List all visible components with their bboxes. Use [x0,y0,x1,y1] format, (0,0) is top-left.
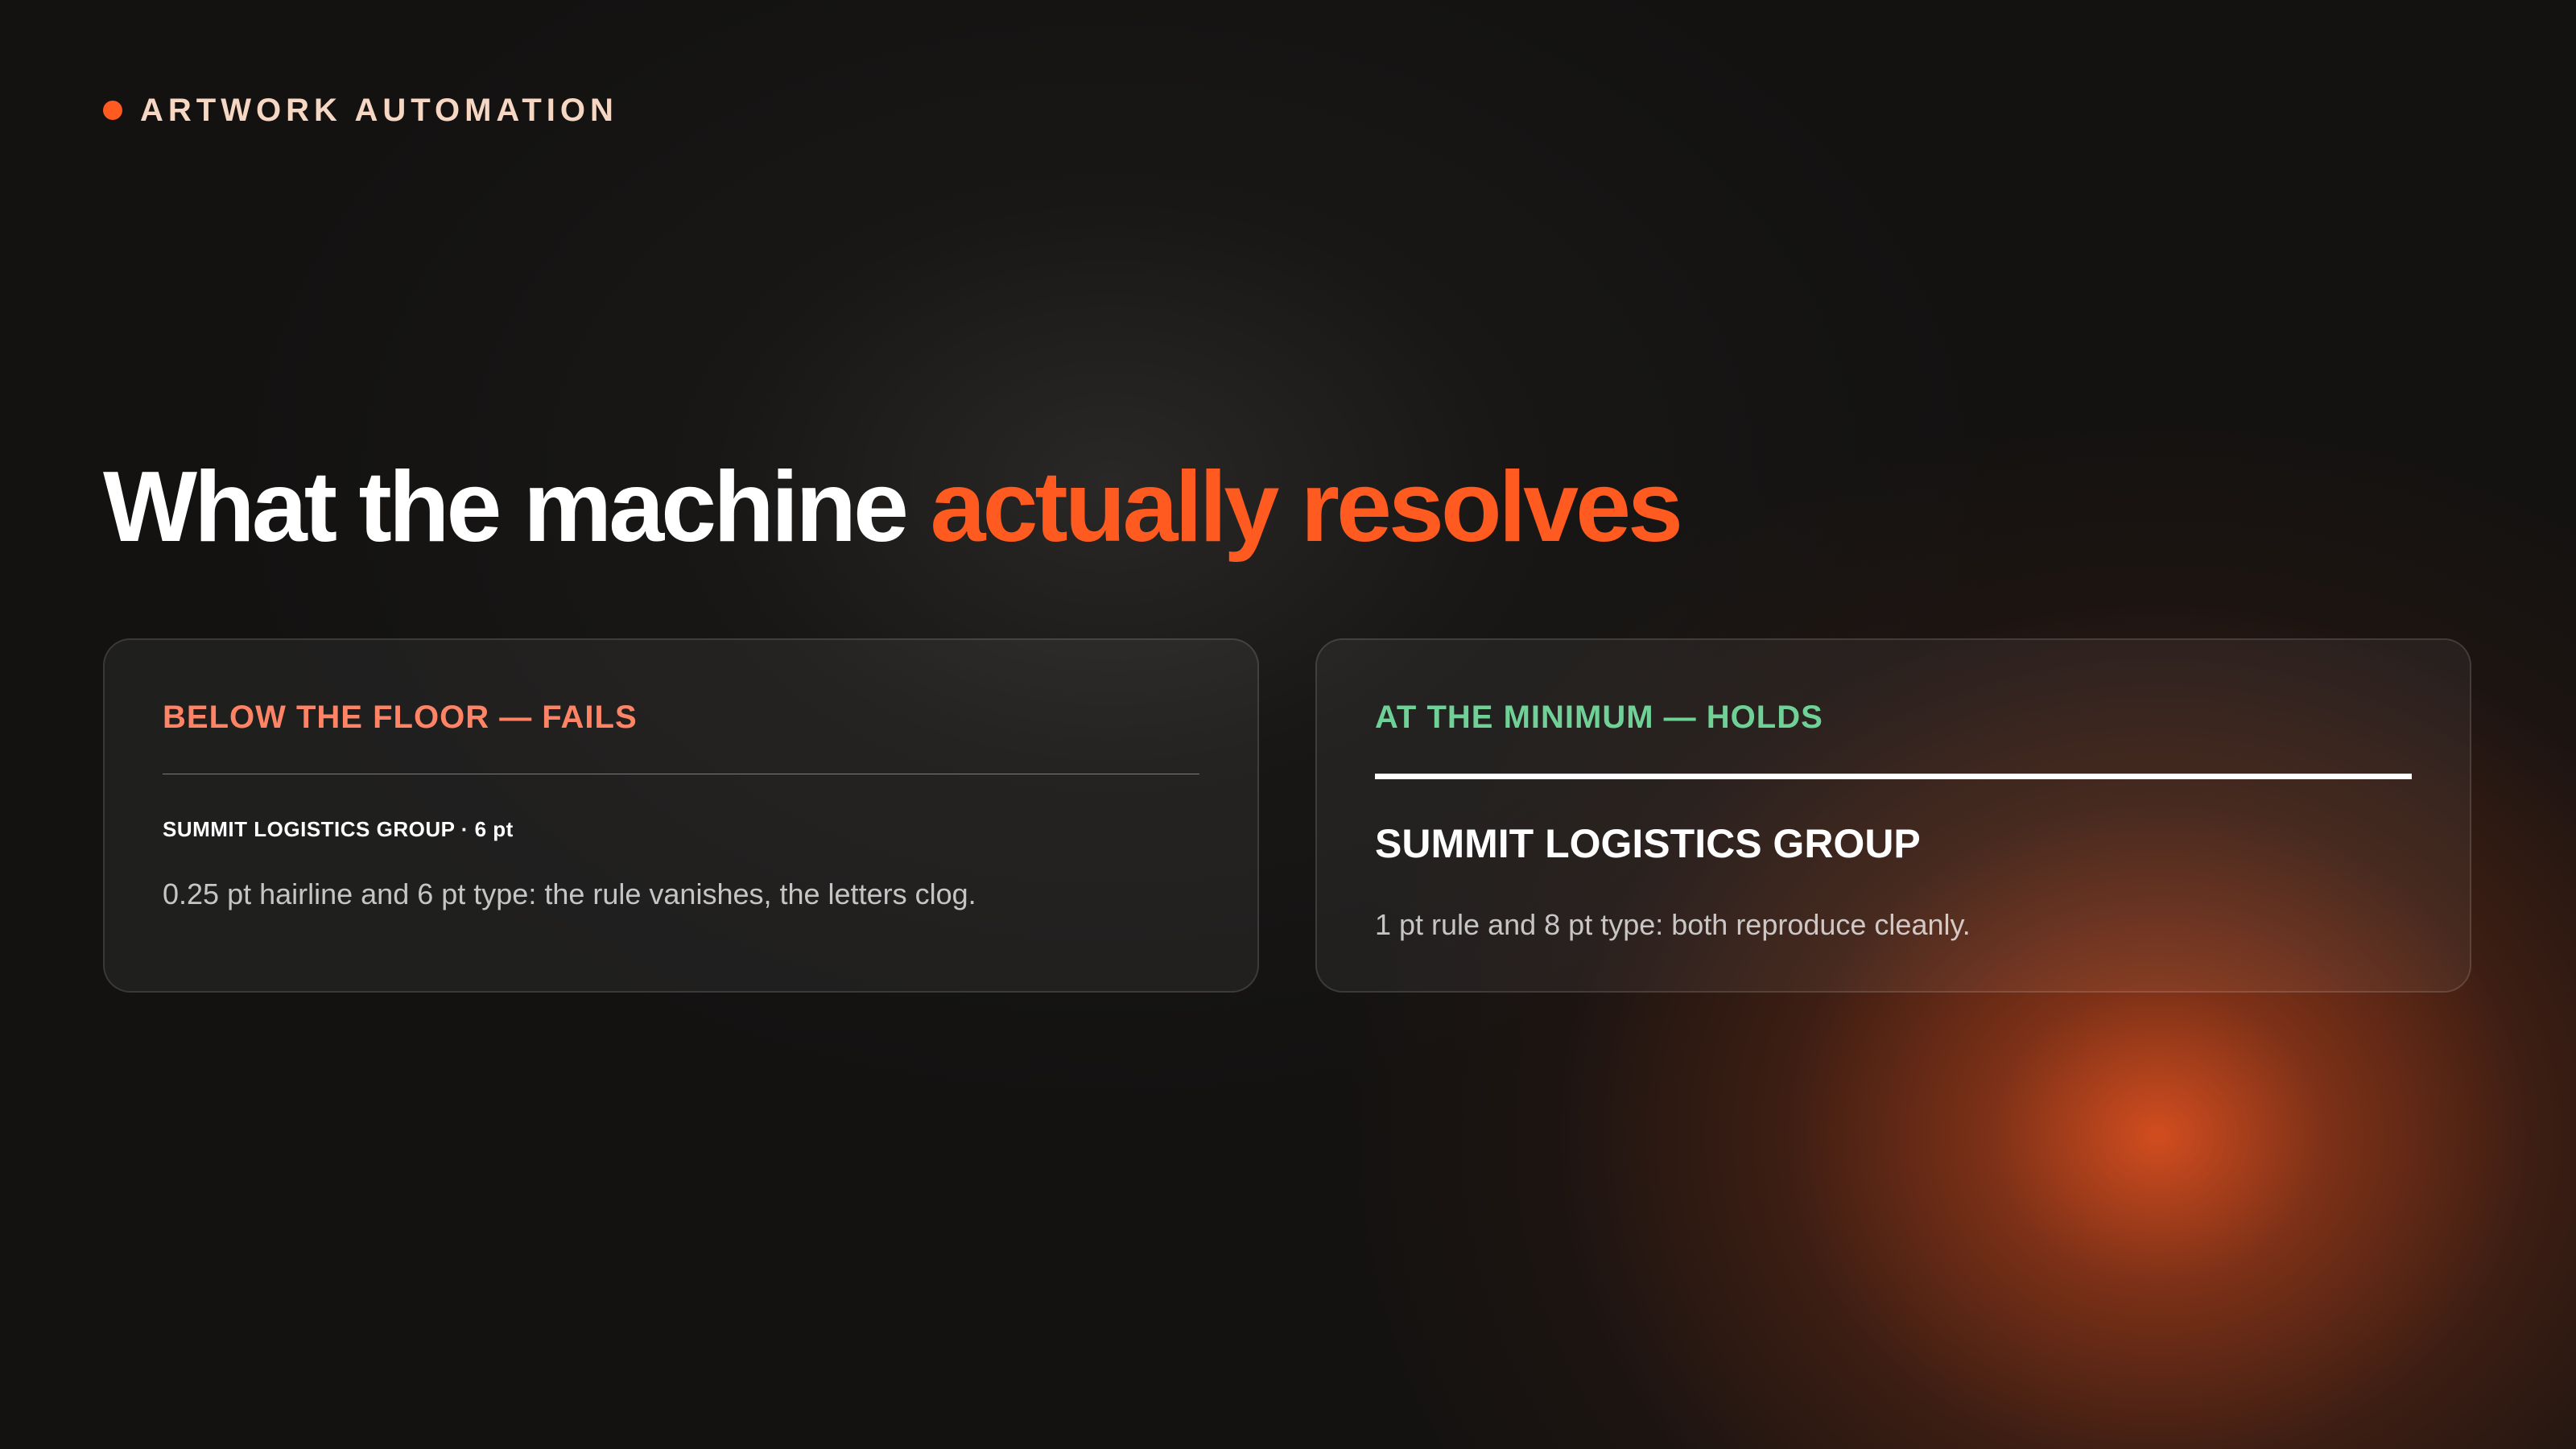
comparison-card-holds: AT THE MINIMUM — HOLDS SUMMIT LOGISTICS … [1315,638,2471,993]
eyebrow-label: ARTWORK AUTOMATION [140,92,618,128]
title-lead: What the machine [103,452,909,563]
eyebrow: ARTWORK AUTOMATION [103,90,618,130]
card-description-holds: 1 pt rule and 8 pt type: both reproduce … [1375,908,1971,941]
card-description-fails: 0.25 pt hairline and 6 pt type: the rule… [163,877,976,910]
page-title: What the machine actually resolves [103,451,1683,564]
title-accent: actually resolves [930,452,1683,563]
type-sample-small: SUMMIT LOGISTICS GROUP · 6 pt [163,817,514,841]
card-label-fails: BELOW THE FLOOR — FAILS [163,700,638,735]
bullet-dot-icon [103,101,122,120]
comparison-card-fails: BELOW THE FLOOR — FAILS SUMMIT LOGISTICS… [103,638,1259,993]
thick-rule-sample [1375,774,2412,779]
type-sample-large: SUMMIT LOGISTICS GROUP [1375,821,1921,866]
card-label-holds: AT THE MINIMUM — HOLDS [1375,700,1823,735]
